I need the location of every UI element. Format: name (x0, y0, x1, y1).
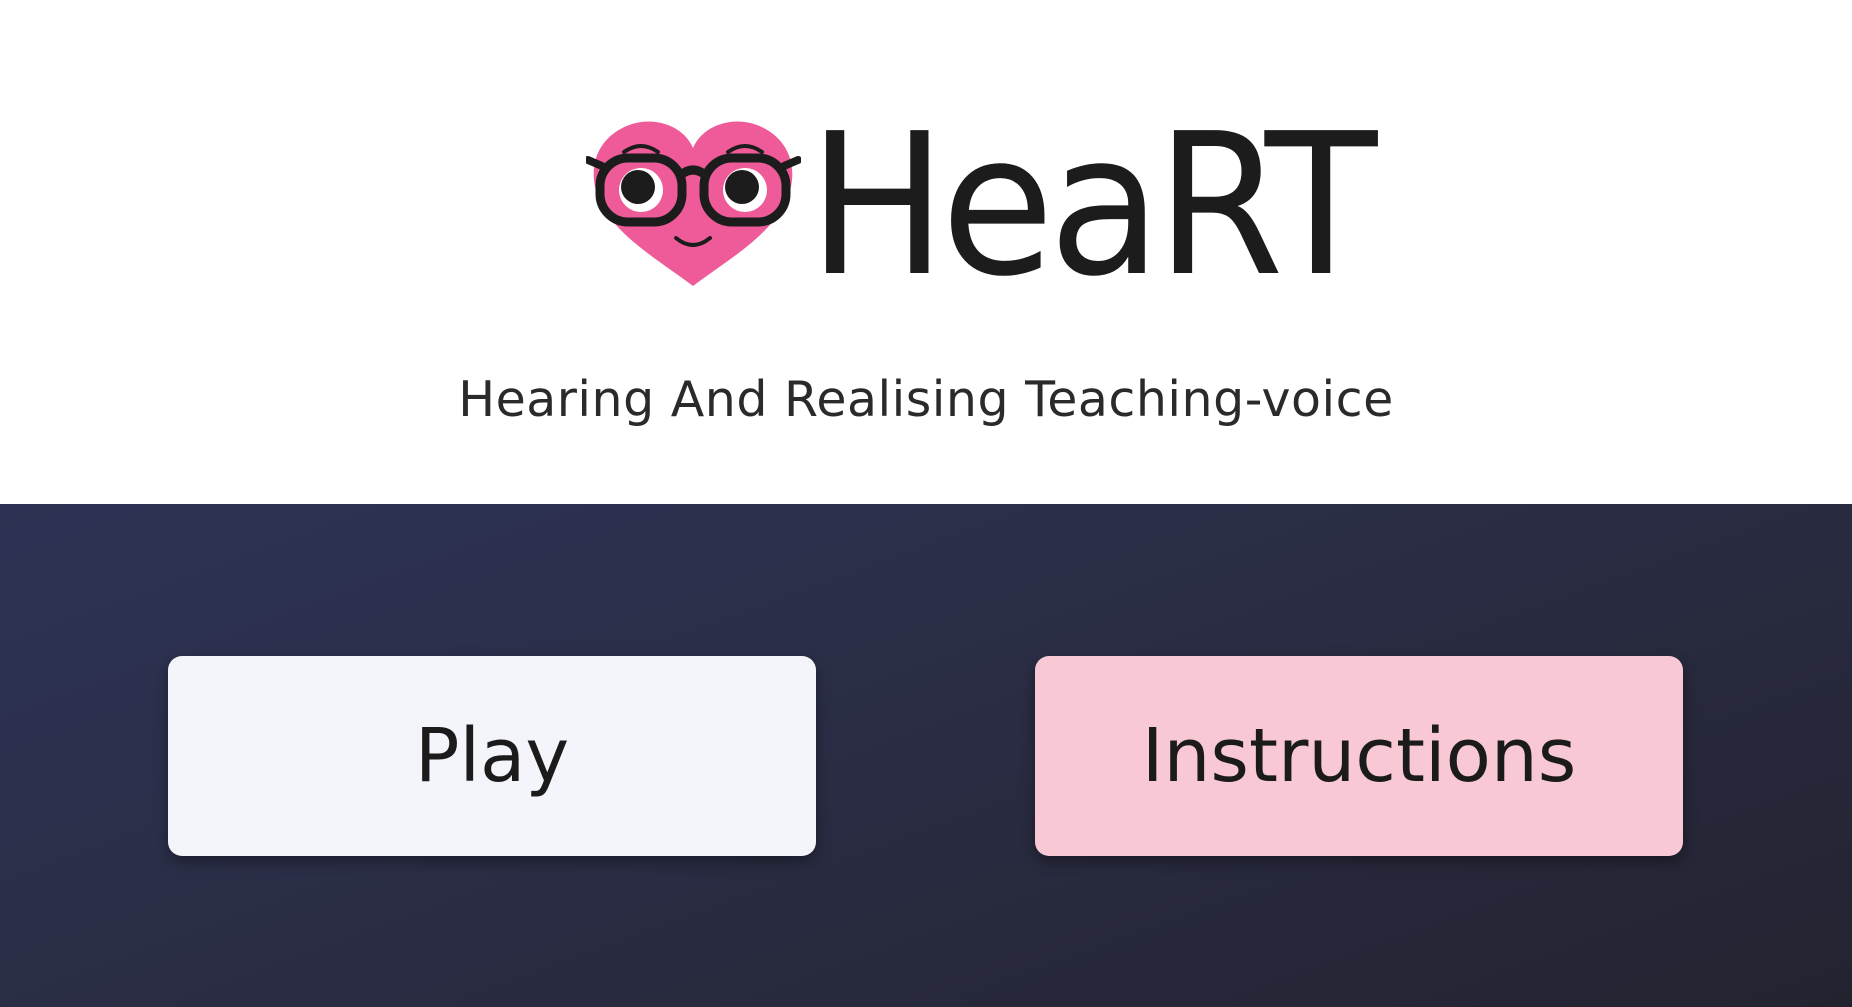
app-title: HeaRT (808, 92, 1377, 320)
app-logo: HeaRT (586, 106, 1377, 306)
menu-panel: Play Instructions (0, 504, 1852, 1007)
title-header: HeaRT Hearing And Realising Teaching-voi… (0, 0, 1852, 504)
heart-with-glasses-icon (586, 121, 801, 286)
instructions-button[interactable]: Instructions (1035, 656, 1683, 856)
main-menu-screen: HeaRT Hearing And Realising Teaching-voi… (0, 0, 1852, 1007)
app-subtitle: Hearing And Realising Teaching-voice (458, 371, 1394, 428)
play-button[interactable]: Play (168, 656, 816, 856)
